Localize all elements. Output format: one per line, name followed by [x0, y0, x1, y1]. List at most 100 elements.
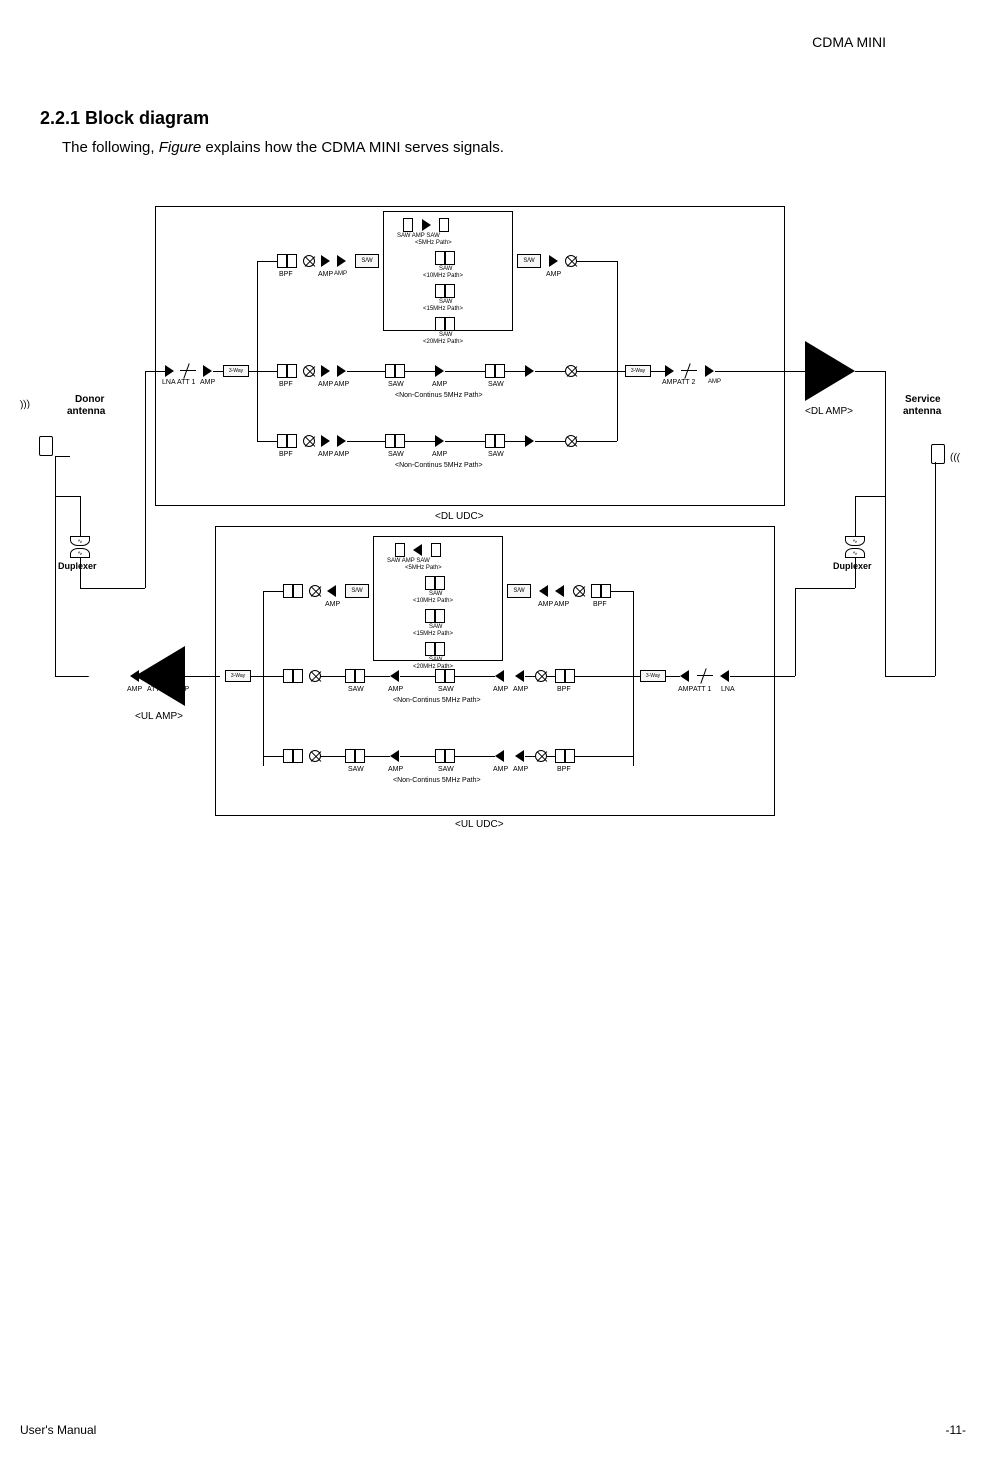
dl-nc5-1: <Non-Continus 5MHz Path> — [395, 392, 483, 399]
footer-left: User's Manual — [20, 1423, 96, 1437]
ul-sw-bpf: BPF — [593, 601, 607, 608]
lna-amp-icon — [165, 365, 174, 377]
service-antenna-icon — [925, 424, 951, 464]
dl-amp-icon — [805, 341, 855, 401]
dl-saw15: SAW — [439, 299, 452, 305]
ul-nc1-saw2: SAW — [438, 686, 454, 693]
dl-att1-label: ATT 1 — [177, 379, 195, 386]
dl-5mhz: <5MHz Path> — [415, 240, 452, 246]
intro-suffix: explains how the CDMA MINI serves signal… — [201, 139, 504, 156]
intro-text: The following, Figure explains how the C… — [62, 139, 966, 156]
intro-prefix: The following, — [62, 139, 159, 156]
ul-nc2-amp2: AMP — [493, 766, 508, 773]
block-diagram: ))) Donor antenna ∿∿ Duplexer <DL UDC> L… — [25, 196, 985, 846]
ul-nc5-2: <Non-Continus 5MHz Path> — [393, 777, 481, 784]
dl-15mhz: <15MHz Path> — [423, 306, 463, 312]
donor-duplexer-label: Duplexer — [58, 561, 97, 571]
dl-lna-label: LNA — [162, 379, 176, 386]
dl-nc2-saw2: SAW — [488, 451, 504, 458]
dl-nc1-bpf: BPF — [279, 381, 293, 388]
ul-nc1-amp1: AMP — [388, 686, 403, 693]
donor-antenna-label-2: antenna — [67, 406, 105, 417]
section-title: 2.2.1 Block diagram — [40, 108, 966, 129]
dl-out-att2: ATT 2 — [677, 379, 695, 386]
amp-icon — [203, 365, 212, 377]
dl-nc1-amp3: AMP — [432, 381, 447, 388]
service-waves-icon: ))) — [950, 454, 961, 462]
dl-nc1-amp2: AMP — [334, 381, 349, 388]
dl-nc1-saw1: SAW — [388, 381, 404, 388]
ul-sw-amp1: AMP — [325, 601, 340, 608]
dl-3way-out: 3-Way — [625, 365, 651, 377]
ul-amp-label: <UL AMP> — [135, 711, 183, 722]
dl-amp-in-label: AMP — [200, 379, 215, 386]
ul-in-att1: ATT 1 — [693, 686, 711, 693]
ul-15mhz: <15MHz Path> — [413, 631, 453, 637]
ul-nc2-bpf: BPF — [557, 766, 571, 773]
ul-sw-amp3: AMP — [554, 601, 569, 608]
ul-out-att2: ATT 2 — [147, 686, 165, 693]
ul-saw10: SAW — [429, 591, 442, 597]
mixer-icon — [303, 255, 315, 267]
dl-nc2-bpf: BPF — [279, 451, 293, 458]
ul-udc-label: <UL UDC> — [455, 819, 504, 830]
bpf-icon — [277, 254, 297, 268]
ul-out-amp1: AMP — [127, 686, 142, 693]
ul-saw20: SAW — [429, 657, 442, 663]
intro-figure: Figure — [159, 139, 202, 156]
dl-3way-in: 3-Way — [223, 365, 249, 377]
dl-udc-label: <DL UDC> — [435, 511, 484, 522]
ul-nc1-bpf: BPF — [557, 686, 571, 693]
dl-sw-amp1: AMP — [318, 271, 333, 278]
dl-amp-label: <DL AMP> — [805, 406, 853, 417]
ul-nc2-saw2: SAW — [438, 766, 454, 773]
service-duplexer-icon: ∿∿ — [845, 536, 865, 558]
service-antenna-label-2: antenna — [903, 406, 941, 417]
dl-saw-amp-saw: SAW AMP SAW — [397, 233, 440, 239]
dl-sw-in: S/W — [355, 254, 379, 268]
dl-10mhz: <10MHz Path> — [423, 273, 463, 279]
ul-10mhz: <10MHz Path> — [413, 598, 453, 604]
footer-right: -11- — [946, 1423, 966, 1437]
dl-20mhz: <20MHz Path> — [423, 339, 463, 345]
ul-sw-in: S/W — [345, 584, 369, 598]
ul-nc1-amp3: AMP — [513, 686, 528, 693]
donor-antenna-label-1: Donor — [75, 394, 104, 405]
ul-in-lna: LNA — [721, 686, 735, 693]
ul-nc2-saw1: SAW — [348, 766, 364, 773]
ul-saw-amp-saw: SAW AMP SAW — [387, 558, 430, 564]
dl-sw-out: S/W — [517, 254, 541, 268]
ul-nc1-amp2: AMP — [493, 686, 508, 693]
donor-duplexer-icon: ∿∿ — [70, 536, 90, 558]
dl-sw-bpf: BPF — [279, 271, 293, 278]
ul-nc2-amp3: AMP — [513, 766, 528, 773]
service-antenna-label-1: Service — [905, 394, 941, 405]
dl-nc1-saw2: SAW — [488, 381, 504, 388]
dl-out-amp1: AMP — [662, 379, 677, 386]
ul-5mhz: <5MHz Path> — [405, 565, 442, 571]
ul-saw15: SAW — [429, 624, 442, 630]
dl-saw10: SAW — [439, 266, 452, 272]
ul-in-amp: AMP — [678, 686, 693, 693]
dl-nc2-amp3: AMP — [432, 451, 447, 458]
dl-nc2-saw1: SAW — [388, 451, 404, 458]
dl-out-amp2: AMP — [708, 379, 721, 385]
service-duplexer-label: Duplexer — [833, 561, 872, 571]
ul-3way-out: 3-Way — [225, 670, 251, 682]
dl-sw-amp-out: AMP — [546, 271, 561, 278]
dl-nc2-amp1: AMP — [318, 451, 333, 458]
ul-sw-out: S/W — [507, 584, 531, 598]
mixer-icon — [565, 255, 577, 267]
dl-nc2-amp2: AMP — [334, 451, 349, 458]
dl-saw20: SAW — [439, 332, 452, 338]
dl-nc1-amp1: AMP — [318, 381, 333, 388]
dl-nc5-2: <Non-Continus 5MHz Path> — [395, 462, 483, 469]
ul-nc1-saw1: SAW — [348, 686, 364, 693]
ul-3way-in: 3-Way — [640, 670, 666, 682]
dl-sw-amp2: AMP — [334, 271, 347, 277]
header-product: CDMA MINI — [812, 34, 886, 50]
ul-nc2-amp1: AMP — [388, 766, 403, 773]
ul-out-amp2: AMP — [174, 686, 189, 693]
ul-sw-amp2: AMP — [538, 601, 553, 608]
donor-waves-icon: ))) — [20, 401, 31, 409]
